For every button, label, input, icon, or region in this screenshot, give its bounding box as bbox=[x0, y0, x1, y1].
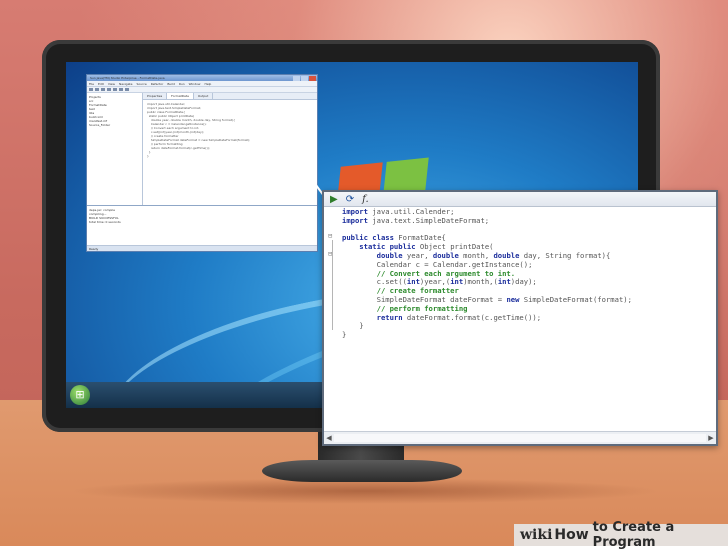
code-keyword: static public bbox=[342, 242, 416, 252]
code-text: SimpleDateFormat(format); bbox=[519, 294, 632, 304]
code-text: Calendar c = Calendar.getInstance(); bbox=[342, 259, 533, 269]
project-tree[interactable]: Projects src FormatDate test libs build.xml ma… bbox=[87, 93, 143, 205]
code-keyword: import bbox=[342, 207, 368, 216]
code-keyword: return bbox=[342, 312, 403, 322]
minimize-button[interactable] bbox=[293, 75, 300, 81]
code-line: import java.text.SimpleDateFormat; bbox=[342, 215, 708, 226]
build-icon[interactable] bbox=[119, 88, 123, 91]
code-keyword: int bbox=[406, 277, 420, 287]
menu-item[interactable]: File bbox=[89, 82, 94, 86]
monitor-stand-base bbox=[262, 460, 462, 482]
editor-code[interactable]: import java.util.Calender; import java.te… bbox=[143, 100, 317, 160]
code-text: SimpleDateFormat dateFormat = bbox=[342, 294, 507, 304]
code-text: )day); bbox=[510, 277, 537, 287]
menu-item[interactable]: View bbox=[108, 82, 115, 86]
close-button[interactable] bbox=[309, 75, 316, 81]
watermark-how: How bbox=[554, 527, 589, 543]
play-icon[interactable]: ▶ bbox=[330, 194, 338, 205]
function-icon[interactable]: f. bbox=[362, 194, 369, 205]
code-text: month, bbox=[458, 250, 494, 260]
new-file-icon[interactable] bbox=[89, 88, 93, 91]
code-keyword: public class bbox=[342, 233, 394, 243]
menu-item[interactable]: Edit bbox=[98, 82, 104, 86]
scroll-left-icon[interactable]: ◀ bbox=[324, 434, 334, 442]
code-line: } bbox=[342, 330, 708, 340]
save-icon[interactable] bbox=[101, 88, 105, 91]
code-keyword: int bbox=[450, 277, 464, 287]
menu-item[interactable]: Help bbox=[204, 82, 211, 86]
code-comment: // create formatter bbox=[342, 286, 459, 296]
code-comment: // Convert each argument to int. bbox=[342, 268, 516, 278]
code-zoom-callout: ▶ ⟳ f. ⊟ ⊟ import java.util.Calender; imp… bbox=[322, 190, 718, 446]
redo-icon[interactable] bbox=[113, 88, 117, 91]
editor-tab[interactable]: FormatDate bbox=[167, 93, 194, 99]
code-listing[interactable]: import java.util.Calender; import java.te… bbox=[342, 207, 708, 340]
start-button[interactable]: ⊞ bbox=[70, 385, 90, 405]
scroll-track[interactable] bbox=[334, 434, 706, 442]
tree-item[interactable]: Source_Folder bbox=[89, 123, 140, 127]
code-text: year, bbox=[402, 250, 433, 260]
code-text: java.text.SimpleDateFormat; bbox=[367, 215, 490, 225]
ide-title: Sun Java(TM) Studio Enterprise - FormatD… bbox=[90, 76, 165, 80]
code-text: c.set(( bbox=[342, 277, 407, 287]
code-line: } bbox=[342, 321, 708, 331]
code-keyword: double bbox=[493, 250, 520, 260]
code-keyword: int bbox=[497, 277, 511, 287]
code-text: Object printDate( bbox=[415, 242, 494, 252]
editor-tab[interactable]: Properties bbox=[143, 93, 168, 99]
output-panel[interactable]: deps-jar: compile compiling... BUILD SUCCE… bbox=[87, 205, 317, 245]
editor-tabs: Properties FormatDate Output bbox=[143, 93, 317, 100]
editor-tab[interactable]: Output bbox=[194, 93, 214, 99]
code-text: )month,( bbox=[463, 277, 498, 287]
zoom-toolbar: ▶ ⟳ f. bbox=[324, 192, 716, 207]
watermark-wiki: wiki bbox=[520, 527, 553, 543]
code-text: dateFormat.format(c.getTime()); bbox=[402, 312, 542, 322]
output-line: total time: 0 seconds bbox=[89, 220, 121, 224]
code-keyword: import bbox=[342, 215, 368, 225]
status-bar: Ready bbox=[87, 245, 317, 251]
horizontal-scrollbar[interactable]: ◀ ▶ bbox=[324, 431, 716, 444]
menu-item[interactable]: Navigate bbox=[119, 82, 132, 86]
code-keyword: double bbox=[432, 250, 459, 260]
code-text: day, String format){ bbox=[519, 250, 611, 260]
scroll-right-icon[interactable]: ▶ bbox=[706, 434, 716, 442]
code-text: } bbox=[342, 330, 347, 340]
ide-editor[interactable]: Properties FormatDate Output import java.u… bbox=[143, 93, 317, 205]
code-text: } bbox=[342, 321, 364, 331]
menu-item[interactable]: Build bbox=[167, 82, 175, 86]
code-line: return dateFormat.format(c.getTime()); bbox=[342, 312, 708, 323]
code-comment: // perform formatting bbox=[342, 303, 468, 313]
ide-window[interactable]: Sun Java(TM) Studio Enterprise - FormatD… bbox=[86, 74, 318, 252]
menu-item[interactable]: Source bbox=[136, 82, 146, 86]
debug-icon[interactable]: ⟳ bbox=[346, 194, 354, 205]
code-keyword: new bbox=[506, 294, 520, 304]
maximize-button[interactable] bbox=[301, 75, 308, 81]
code-line: } bbox=[147, 154, 149, 158]
menu-item[interactable]: Window bbox=[189, 82, 201, 86]
fold-marker-icon[interactable]: ⊟ bbox=[328, 250, 334, 258]
wikihow-watermark: wiki How to Create a Program bbox=[514, 520, 728, 550]
code-text: java.util.Calender; bbox=[367, 207, 455, 216]
code-keyword: double bbox=[342, 250, 403, 260]
code-text: )year,( bbox=[419, 277, 451, 287]
run-icon[interactable] bbox=[125, 88, 129, 91]
fold-guide bbox=[332, 240, 333, 330]
open-icon[interactable] bbox=[95, 88, 99, 91]
fold-marker-icon[interactable]: ⊟ bbox=[328, 232, 334, 240]
undo-icon[interactable] bbox=[107, 88, 111, 91]
menu-item[interactable]: Run bbox=[179, 82, 185, 86]
menu-item[interactable]: Refactor bbox=[151, 82, 164, 86]
code-text: FormatDate{ bbox=[393, 233, 446, 243]
